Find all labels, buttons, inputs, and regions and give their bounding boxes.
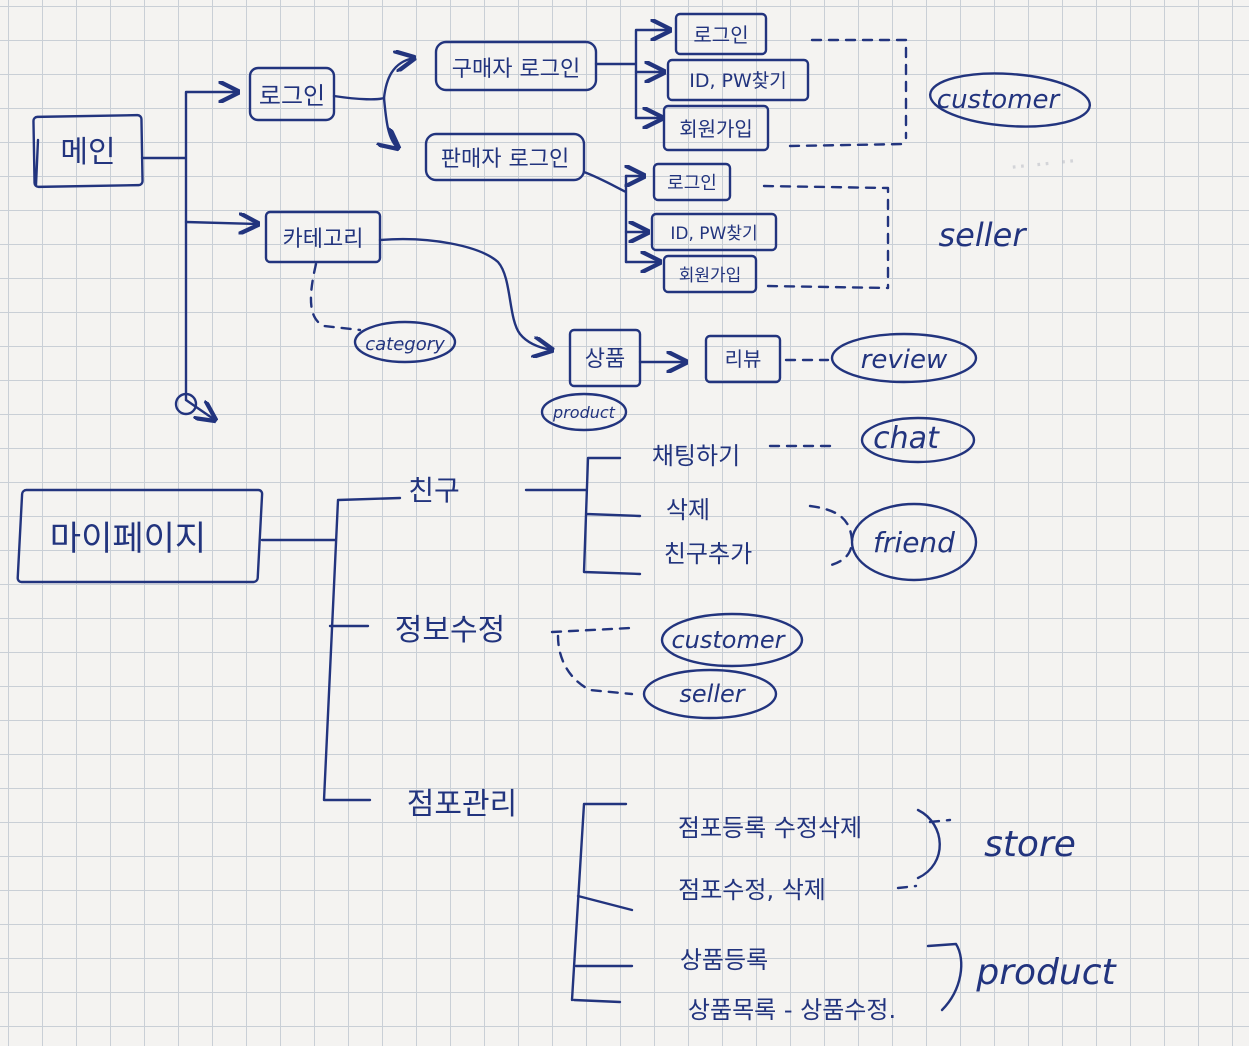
- store-item: 점포수정, 삭제: [678, 876, 826, 904]
- seller-signup-label: 회원가입: [679, 266, 742, 286]
- friend-label: 친구: [408, 474, 460, 507]
- product-tag: product: [552, 403, 616, 422]
- buyer-login-item: 로그인: [674, 12, 768, 56]
- mypage-label: 마이페이지: [50, 519, 206, 559]
- mypage-node: 마이페이지: [16, 488, 264, 584]
- review-label: 리뷰: [725, 347, 762, 371]
- seller-login-item: 로그인: [652, 162, 732, 202]
- login-node: 로그인: [248, 66, 336, 122]
- main-label: 메인: [60, 135, 115, 170]
- store-item: 점포등록 수정삭제: [678, 814, 862, 842]
- store-manage-label: 점포관리: [407, 787, 517, 822]
- login-label: 로그인: [259, 82, 325, 110]
- review-tag: review: [861, 345, 948, 375]
- seller-login-node: 판매자 로그인: [424, 132, 586, 182]
- buyer-signup-item: 회원가입: [662, 104, 770, 152]
- friend-item: 채팅하기: [652, 442, 740, 470]
- main-node: 메인: [32, 113, 144, 189]
- friend-tag: friend: [873, 526, 955, 559]
- info-seller-tag: seller: [679, 680, 746, 708]
- seller-signup-item: 회원가입: [662, 254, 758, 294]
- friend-item: 친구추가: [664, 540, 752, 568]
- store-item: 상품등록: [680, 946, 768, 974]
- product-tag: product: [975, 952, 1117, 993]
- review-node: 리뷰: [704, 334, 782, 384]
- friend-item: 삭제: [666, 496, 710, 524]
- info-customer-tag: customer: [671, 626, 786, 654]
- category-node: 카테고리: [264, 210, 382, 264]
- hand-drawn-site-map: 메인 로그인 구매자 로그인 로그인 ID, PW찾기 회원가입 custome…: [16, 0, 1118, 1024]
- buyer-login-node: 구매자 로그인: [434, 40, 598, 92]
- buyer-login-label: 구매자 로그인: [452, 57, 580, 82]
- seller-find-id-pw-item: ID, PW찾기: [650, 212, 778, 252]
- product-node: 상품: [568, 328, 642, 388]
- buyer-signup-label: 회원가입: [679, 117, 753, 141]
- category-tag: category: [365, 334, 445, 355]
- chat-tag: chat: [873, 421, 940, 456]
- store-tag: store: [984, 824, 1076, 865]
- customer-tag: customer: [937, 85, 1062, 115]
- seller-find-id-pw-label: ID, PW찾기: [670, 224, 757, 244]
- buyer-login-item-label: 로그인: [693, 23, 748, 47]
- category-label: 카테고리: [283, 227, 364, 252]
- buyer-find-id-pw-item: ID, PW찾기: [666, 58, 810, 102]
- seller-tag: seller: [939, 216, 1028, 254]
- seller-login-label: 판매자 로그인: [441, 147, 569, 172]
- info-edit-label: 정보수정: [395, 613, 505, 648]
- store-item: 상품목록 - 상품수정.: [688, 996, 896, 1024]
- buyer-find-id-pw-label: ID, PW찾기: [689, 70, 787, 92]
- product-label: 상품: [585, 347, 625, 372]
- seller-login-item-label: 로그인: [667, 173, 717, 194]
